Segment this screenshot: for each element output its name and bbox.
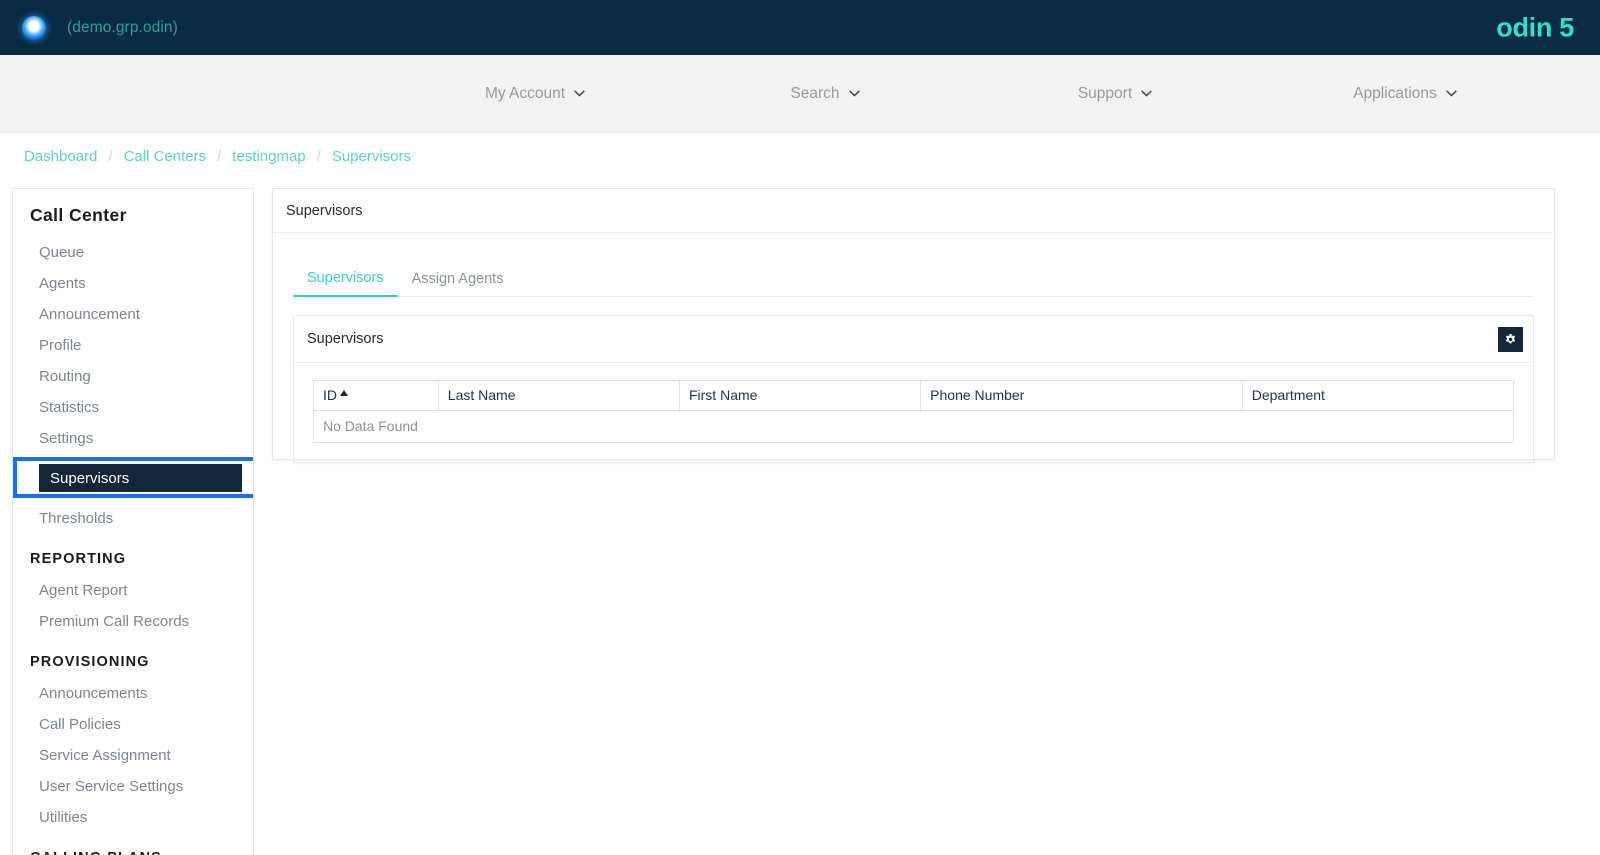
- sidebar-list: Queue Agents Announcement Profile Routin…: [13, 226, 253, 534]
- table-wrap: ID Last Name First Name Phone Number Dep…: [294, 363, 1533, 462]
- chevron-down-icon: [1446, 88, 1457, 99]
- sidebar-item-label: Supervisors: [50, 469, 130, 487]
- column-header-first-name[interactable]: First Name: [678, 380, 922, 411]
- panel-tabs: Supervisors Assign Agents: [293, 262, 1534, 297]
- column-header-department[interactable]: Department: [1241, 380, 1515, 411]
- nav-item-search[interactable]: Search: [680, 55, 970, 133]
- sidebar: Call Center Queue Agents Announcement Pr…: [12, 188, 254, 855]
- sidebar-item-queue[interactable]: Queue: [13, 237, 253, 268]
- breadcrumb-item-dashboard[interactable]: Dashboard: [24, 148, 97, 165]
- main-panel: Supervisors Supervisors Assign Agents Su…: [272, 188, 1555, 463]
- table-body: No Data Found: [313, 410, 1514, 443]
- breadcrumb-item-call-centers[interactable]: Call Centers: [124, 148, 207, 165]
- breadcrumb-separator: /: [217, 148, 222, 165]
- nav-item-my-account[interactable]: My Account: [390, 55, 680, 133]
- topbar-left-group: (demo.grp.odin): [0, 15, 178, 40]
- breadcrumb-separator: /: [108, 148, 113, 165]
- main-nav-bar: My Account Search Support Applications: [0, 55, 1600, 133]
- sidebar-item-service-assignment[interactable]: Service Assignment: [13, 740, 253, 771]
- sidebar-section-calling-plans: CALLING PLANS: [13, 833, 253, 855]
- nav-item-label: My Account: [484, 85, 566, 102]
- tab-assign-agents[interactable]: Assign Agents: [398, 271, 518, 296]
- table-row-empty: No Data Found: [313, 410, 1514, 443]
- sidebar-item-profile[interactable]: Profile: [13, 330, 253, 361]
- sidebar-item-agents[interactable]: Agents: [13, 268, 253, 299]
- column-header-last-name[interactable]: Last Name: [437, 380, 680, 411]
- table-header-row: ID Last Name First Name Phone Number Dep…: [313, 380, 1515, 411]
- nav-item-label: Applications: [1353, 85, 1437, 102]
- chevron-down-icon: [1141, 88, 1152, 99]
- sidebar-item-announcement[interactable]: Announcement: [13, 299, 253, 330]
- column-header-label: ID: [323, 387, 337, 403]
- supervisors-card: Supervisors ID Last Name First Name Phon…: [293, 315, 1534, 463]
- sidebar-item-routing[interactable]: Routing: [13, 361, 253, 392]
- breadcrumb: Dashboard / Call Centers / testingmap / …: [24, 148, 411, 165]
- top-header-bar: (demo.grp.odin) odin 5: [0, 0, 1600, 55]
- chevron-down-icon: [848, 88, 860, 99]
- sidebar-item-thresholds[interactable]: Thresholds: [13, 503, 253, 534]
- sidebar-item-user-service-settings[interactable]: User Service Settings: [13, 771, 253, 802]
- sidebar-item-announcements[interactable]: Announcements: [13, 678, 253, 709]
- chevron-down-icon: [574, 88, 585, 99]
- sidebar-item-utilities[interactable]: Utilities: [13, 802, 253, 833]
- sort-ascending-icon: [340, 390, 348, 396]
- nav-items: My Account Search Support Applications: [390, 55, 1550, 133]
- sidebar-item-agent-report[interactable]: Agent Report: [13, 575, 253, 606]
- panel-title: Supervisors: [273, 189, 1554, 233]
- breadcrumb-separator: /: [316, 148, 321, 165]
- settings-button[interactable]: [1498, 326, 1523, 352]
- odin-logo: odin 5: [1496, 12, 1574, 42]
- supervisors-table: ID Last Name First Name Phone Number Dep…: [313, 380, 1515, 443]
- sidebar-item-premium-call-records[interactable]: Premium Call Records: [13, 606, 253, 637]
- tab-supervisors[interactable]: Supervisors: [293, 270, 398, 297]
- column-header-phone-number[interactable]: Phone Number: [920, 380, 1243, 411]
- nav-item-label: Support: [1077, 85, 1133, 102]
- sidebar-item-supervisors-pill[interactable]: Supervisors: [39, 464, 242, 492]
- gear-icon: [1504, 333, 1517, 346]
- nav-item-support[interactable]: Support: [970, 55, 1260, 133]
- breadcrumb-item-testingmap[interactable]: testingmap: [232, 148, 305, 165]
- sidebar-title: Call Center: [30, 205, 127, 225]
- breadcrumb-item-supervisors[interactable]: Supervisors: [332, 148, 411, 165]
- tenant-name: (demo.grp.odin): [67, 18, 178, 36]
- sidebar-item-supervisors[interactable]: Supervisors: [13, 457, 253, 501]
- sidebar-item-call-policies[interactable]: Call Policies: [13, 709, 253, 740]
- empty-message: No Data Found: [313, 410, 1514, 443]
- status-dot-icon: [22, 15, 46, 40]
- column-header-id[interactable]: ID: [313, 380, 439, 411]
- nav-item-label: Search: [790, 85, 840, 102]
- sidebar-section-provisioning: PROVISIONING: [30, 654, 150, 670]
- sidebar-section-reporting: REPORTING: [30, 551, 127, 567]
- sidebar-item-statistics[interactable]: Statistics: [13, 392, 253, 423]
- card-title: Supervisors: [307, 331, 384, 347]
- card-header: Supervisors: [294, 316, 1533, 363]
- table-header: ID Last Name First Name Phone Number Dep…: [313, 380, 1515, 411]
- nav-item-applications[interactable]: Applications: [1260, 55, 1550, 133]
- sidebar-item-settings[interactable]: Settings: [13, 423, 253, 454]
